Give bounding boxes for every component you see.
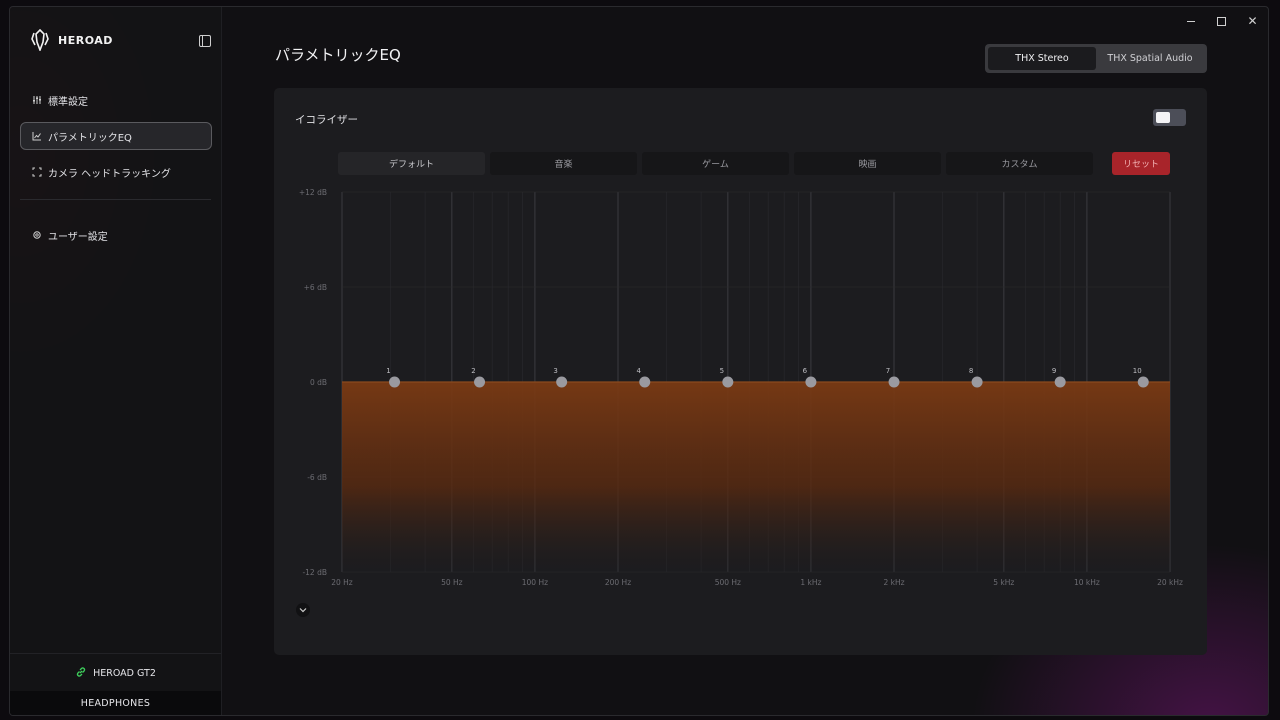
heroad-logo-icon [31,29,49,51]
expand-chevron-button[interactable] [296,603,310,617]
sidebar-item-parametric-eq[interactable]: パラメトリックEQ [20,122,212,150]
eq-band-handle[interactable] [888,376,900,388]
device-name: HEROAD GT2 [93,667,156,679]
eq-band-handle[interactable] [474,376,486,388]
sliders-icon [32,95,42,105]
x-tick-label: 50 Hz [441,578,463,587]
focus-frame-icon [32,167,42,177]
x-tick-label: 1 kHz [800,578,821,587]
y-tick-label: +12 dB [299,188,327,197]
y-tick-label: -12 dB [302,568,327,577]
close-button[interactable]: ✕ [1237,7,1268,35]
band-label: 6 [803,367,808,375]
band-label: 8 [969,367,973,375]
eq-band-handle[interactable] [722,376,734,388]
sidebar-divider [20,199,211,200]
x-tick-label: 2 kHz [883,578,904,587]
sidebar: HEROAD 標準設定 パラメトリックEQ カメラ ヘッドトラッキング ユーザー… [10,7,222,715]
sidebar-nav: 標準設定 パラメトリックEQ カメラ ヘッドトラッキング [20,86,212,194]
sidebar-item-label: 標準設定 [48,96,88,108]
minimize-icon [1186,20,1195,22]
sidebar-user-section: ユーザー設定 [20,221,212,257]
logo: HEROAD [30,29,113,51]
audio-mode-toggle: THX Stereo THX Spatial Audio [985,44,1207,73]
link-icon [75,666,87,681]
x-tick-label: 20 Hz [331,578,353,587]
eq-band-handle[interactable] [389,376,401,388]
band-label: 2 [471,367,475,375]
band-label: 9 [1052,367,1056,375]
x-tick-label: 20 kHz [1157,578,1183,587]
y-tick-label: 0 dB [310,378,327,387]
sidebar-item-head-tracking[interactable]: カメラ ヘッドトラッキング [20,158,212,186]
y-tick-label: +6 dB [304,283,327,292]
logo-text: HEROAD [58,33,113,47]
eq-chart[interactable]: +12 dB +6 dB 0 dB -6 dB -12 dB 20 Hz 50 Hz 100 … [274,88,1207,598]
x-tick-label: 10 kHz [1074,578,1100,587]
band-label: 1 [386,367,390,375]
equalizer-panel: イコライザー デフォルト 音楽 ゲーム 映画 カスタム リセット +12 dB +… [274,88,1207,655]
maximize-button[interactable] [1206,7,1237,35]
page-title: パラメトリックEQ [275,46,401,64]
eq-band-handle[interactable] [1054,376,1066,388]
x-tick-label: 200 Hz [605,578,631,587]
sidebar-item-label: パラメトリックEQ [48,132,132,144]
band-label: 7 [886,367,890,375]
eq-response-area [342,382,1170,572]
band-label: 4 [637,367,642,375]
close-icon: ✕ [1247,14,1258,28]
gear-icon [32,230,42,240]
x-tick-label: 500 Hz [715,578,741,587]
band-label: 5 [720,367,724,375]
device-type: HEADPHONES [10,691,221,715]
y-tick-label: -6 dB [307,473,327,482]
app-window: HEROAD 標準設定 パラメトリックEQ カメラ ヘッドトラッキング ユーザー… [9,6,1269,716]
minimize-button[interactable] [1175,7,1206,35]
eq-band-handle[interactable] [971,376,983,388]
maximize-icon [1217,16,1226,26]
line-chart-icon [32,131,42,141]
sidebar-item-label: ユーザー設定 [48,231,108,243]
mode-thx-spatial-audio-button[interactable]: THX Spatial Audio [1096,47,1204,70]
eq-band-handle[interactable] [805,376,817,388]
eq-band-handle[interactable] [556,376,568,388]
eq-band-handle[interactable] [1137,376,1149,388]
x-tick-label: 100 Hz [522,578,548,587]
window-controls: ✕ [1175,7,1268,35]
sidebar-item-label: カメラ ヘッドトラッキング [48,168,171,180]
chevron-down-icon [299,608,307,613]
connected-device[interactable]: HEROAD GT2 [10,653,221,692]
band-label: 10 [1133,367,1142,375]
band-label: 3 [553,367,557,375]
x-tick-label: 5 kHz [993,578,1014,587]
mode-thx-stereo-button[interactable]: THX Stereo [988,47,1096,70]
eq-band-handle[interactable] [639,376,651,388]
sidebar-toggle-icon[interactable] [199,35,211,47]
sidebar-item-standard-settings[interactable]: 標準設定 [20,86,212,114]
sidebar-item-user-settings[interactable]: ユーザー設定 [20,221,212,249]
